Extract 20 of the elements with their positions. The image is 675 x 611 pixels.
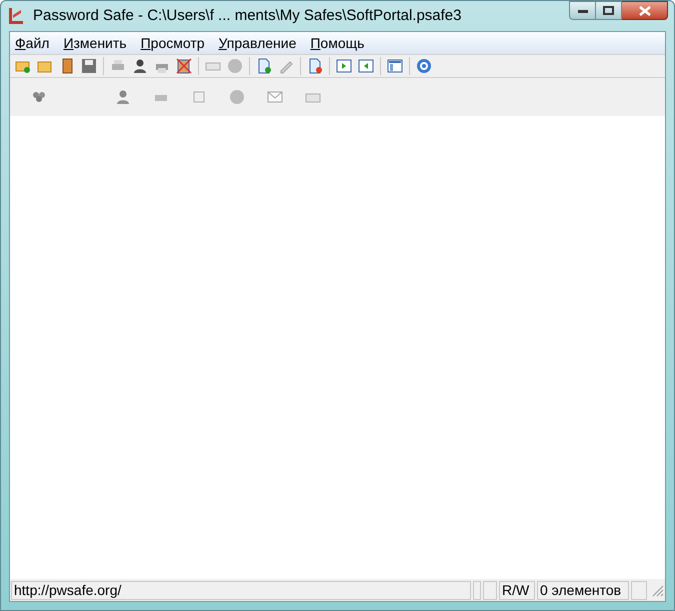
status-count: 0 элементов xyxy=(537,580,629,600)
status-mode: R/W xyxy=(499,580,535,600)
close-button[interactable] xyxy=(622,1,668,20)
menu-item[interactable]: Просмотр xyxy=(140,32,205,54)
minimize-button[interactable] xyxy=(569,1,596,20)
maximize-button[interactable] xyxy=(596,1,622,20)
status-panel xyxy=(483,580,497,600)
menu-item[interactable]: Файл xyxy=(15,32,50,54)
maximize-icon xyxy=(603,6,614,15)
menu-item[interactable]: Изменить xyxy=(63,32,127,54)
app-logo-icon xyxy=(7,7,25,25)
menu-item[interactable]: Управление xyxy=(218,32,296,54)
minimize-icon xyxy=(578,8,588,12)
status-panel xyxy=(631,580,647,600)
menu-item[interactable]: Помощь xyxy=(310,32,364,54)
resize-grip-icon xyxy=(650,583,664,597)
status-url: http://pwsafe.org/ xyxy=(11,580,471,600)
status-panel xyxy=(473,580,481,600)
close-icon xyxy=(638,6,650,16)
window-title: Password Safe - C:\Users\f ... ments\My Safes\SoftPortal.psafe3 xyxy=(33,6,462,26)
